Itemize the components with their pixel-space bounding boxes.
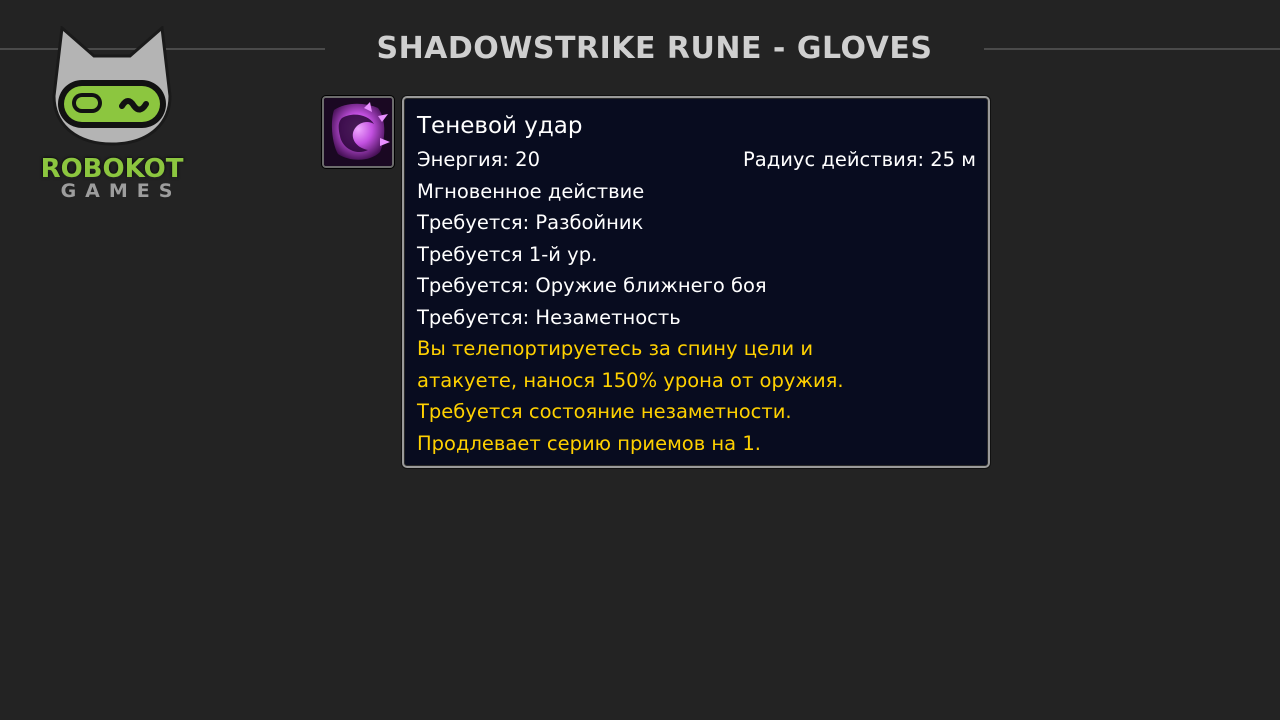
spell-description-line: Требуется состояние незаметности. — [417, 400, 792, 423]
spell-cost-range-row: Энергия: 20 Радиус действия: 25 м — [417, 144, 976, 176]
spell-requirement-weapon: Требуется: Оружие ближнего боя — [417, 274, 767, 297]
spell-name: Теневой удар — [417, 113, 583, 139]
page-title: SHADOWSTRIKE RUNE - GLOVES — [376, 31, 933, 66]
spell-requirement-level: Требуется 1-й ур. — [417, 242, 598, 266]
logo-wordmark-robokot: ROBOKOT — [40, 154, 184, 184]
spell-cast-time: Мгновенное действие — [417, 179, 645, 203]
spell-cost: Энергия: 20 — [417, 148, 540, 171]
spell-description-line: Продлевает серию приемов на 1. — [417, 431, 761, 455]
spell-description-line: атакуете, нанося 150% урона от оружия. — [417, 368, 844, 392]
spell-tooltip: Теневой удар Энергия: 20 Радиус действия… — [402, 96, 990, 468]
robokot-games-logo: ROBOKOT GAMES — [26, 26, 198, 204]
spell-description-line: Вы телепортируетесь за спину цели и — [417, 337, 813, 360]
spell-requirement-class: Требуется: Разбойник — [417, 211, 644, 234]
header-rule-right — [984, 48, 1280, 50]
spell-requirement-stealth: Требуется: Незаметность — [417, 305, 681, 329]
shadowstrike-spell-icon[interactable] — [322, 96, 394, 168]
robot-cat-icon — [52, 26, 172, 146]
spell-range: Радиус действия: 25 м — [743, 148, 976, 171]
logo-wordmark-games: GAMES — [60, 180, 182, 202]
